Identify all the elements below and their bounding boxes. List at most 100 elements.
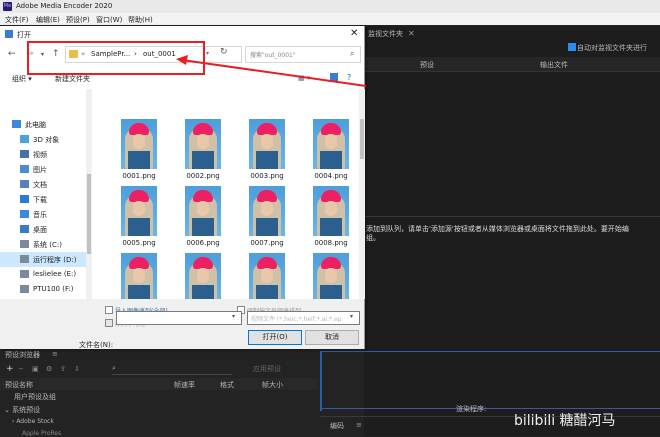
- file-name: 0001.png: [122, 172, 156, 180]
- image-thumbnail: [313, 119, 349, 169]
- col-format: 格式: [220, 381, 234, 389]
- file-item[interactable]: 0006.png: [179, 186, 227, 251]
- watch-folder-header: 监视文件夹: [368, 30, 403, 38]
- tree-item-label: 运行程序 (D:): [33, 256, 77, 264]
- watermark-text: bilibili 糖醋河马: [514, 413, 616, 429]
- cancel-button[interactable]: 取消: [305, 330, 359, 345]
- tree-item-label: 文档: [33, 181, 47, 189]
- tree-item-label: 3D 对象: [33, 136, 60, 144]
- tree-item[interactable]: 运行程序 (D:): [0, 252, 92, 267]
- preset-search-input[interactable]: ⌕: [112, 364, 232, 375]
- apply-preset-button[interactable]: 应用预设: [253, 364, 281, 374]
- preset-row-system[interactable]: ⌄ 系统预设: [4, 405, 40, 415]
- panel-menu-icon[interactable]: ≡: [356, 421, 362, 429]
- tree-item-label: leslielee (E:): [33, 270, 77, 278]
- menu-edit[interactable]: 编辑(E): [36, 15, 60, 25]
- filetype-select[interactable]: 视频文件 (*.heic;*.heif;*.ai;*.ep ▾: [247, 311, 360, 325]
- file-item[interactable]: 0008.png: [307, 186, 355, 251]
- file-name: 0007.png: [250, 239, 284, 247]
- image-thumbnail: [249, 119, 285, 169]
- image-sequence-checkbox[interactable]: [105, 306, 113, 314]
- file-item[interactable]: 0004.png: [307, 119, 355, 184]
- document-icon: [20, 180, 29, 188]
- tree-item-label: 桌面: [33, 226, 47, 234]
- drive-icon: [20, 240, 29, 248]
- filename-input[interactable]: [116, 311, 242, 325]
- image-thumbnail: [121, 186, 157, 236]
- tree-scroll-thumb[interactable]: [87, 174, 91, 254]
- queue-hint-line1: 添加到队列，请单击'添加源'按钮或者从媒体浏览器或桌面将文件拖到此处。要开始编: [366, 225, 629, 233]
- add-preset-icon[interactable]: +: [6, 364, 14, 374]
- col-fps: 帧速率: [174, 381, 195, 389]
- image-thumbnail: [185, 186, 221, 236]
- file-scrollbar[interactable]: [359, 89, 365, 299]
- tree-item-label: 此电脑: [25, 121, 46, 129]
- watch-folder-panel: 监视文件夹 ✕ 自动对监视文件夹进行 预设 输出文件 添加到队列，请单击'添加源…: [320, 26, 660, 436]
- tree-item[interactable]: 3D 对象: [0, 132, 92, 147]
- preset-row-user[interactable]: 用户预设及组: [14, 392, 56, 402]
- file-item[interactable]: 0005.png: [115, 186, 163, 251]
- tree-scrollbar[interactable]: [86, 89, 92, 299]
- tree-item[interactable]: 视频: [0, 147, 92, 162]
- image-thumbnail: [249, 253, 285, 303]
- tree-item[interactable]: 文档: [0, 177, 92, 192]
- tree-item[interactable]: 桌面: [0, 222, 92, 237]
- preset-row-adobe-stock-label: Adobe Stock: [16, 418, 54, 425]
- picture-icon: [20, 165, 29, 173]
- dialog-title-bar: 打开 ✕: [0, 26, 364, 42]
- file-name: 0002.png: [186, 172, 220, 180]
- image-thumbnail: [185, 119, 221, 169]
- panel-close-icon[interactable]: ✕: [408, 29, 415, 38]
- app-menu-bar: 文件(F) 编辑(E) 预设(P) 窗口(W) 帮助(H): [0, 13, 660, 25]
- file-scroll-thumb[interactable]: [360, 119, 364, 159]
- file-name: 0005.png: [122, 239, 156, 247]
- tree-item[interactable]: leslielee (E:): [0, 267, 92, 282]
- file-item[interactable]: 0001.png: [115, 119, 163, 184]
- col-output: 输出文件: [540, 61, 568, 69]
- music-icon: [20, 210, 29, 218]
- filename-dropdown-icon[interactable]: ▾: [232, 313, 235, 320]
- new-group-icon[interactable]: ▣: [32, 365, 39, 373]
- menu-file[interactable]: 文件(F): [5, 15, 29, 25]
- preset-panel-menu-icon[interactable]: ≡: [52, 350, 58, 358]
- preset-row-adobe-stock[interactable]: › Adobe Stock: [12, 418, 54, 425]
- menu-help[interactable]: 帮助(H): [128, 15, 153, 25]
- open-button[interactable]: 打开(O): [248, 330, 302, 345]
- tree-item[interactable]: 下载: [0, 192, 92, 207]
- dialog-app-icon: [5, 30, 13, 38]
- tree-item[interactable]: 此电脑: [0, 117, 92, 132]
- drive-icon: [20, 255, 29, 263]
- remove-preset-icon[interactable]: −: [18, 365, 24, 373]
- import-icon[interactable]: ⇪: [60, 365, 66, 373]
- image-thumbnail: [185, 253, 221, 303]
- tree-item[interactable]: 图片: [0, 162, 92, 177]
- file-item[interactable]: 0002.png: [179, 119, 227, 184]
- menu-preset[interactable]: 预设(P): [66, 15, 90, 25]
- tree-item[interactable]: 音乐: [0, 207, 92, 222]
- app-title-bar: Me Adobe Media Encoder 2020: [0, 0, 660, 13]
- preset-browser-title: 预设浏览器: [5, 351, 40, 359]
- back-arrow-icon[interactable]: ←: [8, 49, 16, 59]
- dialog-close-icon[interactable]: ✕: [350, 28, 358, 39]
- col-preset-name: 预设名称: [5, 381, 33, 389]
- settings-icon[interactable]: ⚙: [46, 365, 52, 373]
- tree-item[interactable]: PTU100 (F:): [0, 282, 92, 297]
- new-folder-button[interactable]: 新建文件夹: [55, 74, 90, 84]
- watch-folder-columns: 预设 输出文件: [364, 57, 660, 72]
- organize-button[interactable]: 组织 ▾: [12, 74, 32, 84]
- sequence-unavailable-checkbox[interactable]: [105, 319, 113, 327]
- auto-encode-checkbox[interactable]: [568, 43, 576, 51]
- queue-area[interactable]: [320, 351, 660, 409]
- desktop-icon: [20, 225, 29, 233]
- renderer-label: 渲染程序:: [456, 405, 487, 413]
- filetype-value: 视频文件 (*.heic;*.heif;*.ai;*.ep: [251, 316, 342, 323]
- app-title: Adobe Media Encoder 2020: [16, 2, 113, 10]
- preset-columns: 预设名称 帧速率 格式 帧大小: [0, 378, 318, 390]
- menu-window[interactable]: 窗口(W): [96, 15, 122, 25]
- encode-panel-title: 编码: [330, 422, 344, 430]
- export-icon[interactable]: ⇩: [74, 365, 80, 373]
- file-item[interactable]: 0003.png: [243, 119, 291, 184]
- tree-item[interactable]: 系统 (C:): [0, 237, 92, 252]
- panel-divider: [364, 216, 660, 217]
- file-item[interactable]: 0007.png: [243, 186, 291, 251]
